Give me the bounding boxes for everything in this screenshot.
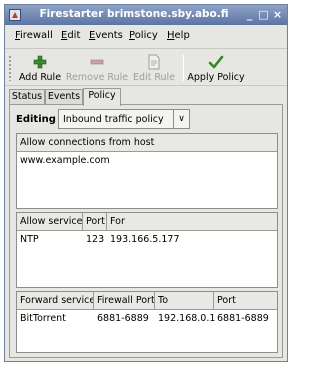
menu-events-label: vents — [95, 30, 123, 41]
tab-events[interactable]: Events — [45, 89, 83, 105]
table-row[interactable]: www.example.com — [17, 155, 277, 169]
for-cell: 193.166.5.177 — [110, 234, 180, 245]
checkmark-icon — [208, 55, 224, 69]
remove-icon — [90, 59, 104, 65]
edit-rule-label: Edit Rule — [132, 72, 176, 83]
edit-rule-button[interactable]: Edit Rule — [131, 51, 177, 85]
allow-hosts-header: Allow connections from host — [17, 134, 277, 152]
firewall-port-cell: 6881-6889 — [97, 313, 149, 324]
to-cell: 192.168.0.1 — [158, 313, 216, 324]
forward-services-list[interactable]: Forward service Firewall Port To Port Bi… — [16, 291, 278, 353]
menu-bar: Firewall Edit Events Policy Help — [5, 26, 287, 46]
column-header-to[interactable]: To — [155, 292, 214, 309]
add-rule-label: Add Rule — [18, 72, 62, 83]
minimize-button[interactable]: _ — [243, 8, 256, 21]
column-header-forward-service[interactable]: Forward service — [17, 292, 94, 309]
allow-hosts-list[interactable]: Allow connections from host www.example.… — [16, 133, 278, 209]
menu-firewall-label: irewall — [20, 30, 53, 41]
tab-status[interactable]: Status — [9, 89, 45, 105]
column-header-for[interactable]: For — [107, 213, 278, 230]
policy-panel: Editing Inbound traffic policy ∨ Allow c… — [9, 104, 283, 358]
column-header-allow-host[interactable]: Allow connections from host — [17, 134, 278, 151]
menu-events[interactable]: Events — [89, 30, 123, 41]
close-button[interactable]: × — [271, 8, 284, 21]
toolbar-separator — [183, 55, 184, 81]
menu-policy-label: olicy — [134, 30, 158, 41]
service-cell: NTP — [20, 234, 39, 245]
remove-rule-button[interactable]: Remove Rule — [65, 51, 129, 85]
allow-services-list[interactable]: Allow service Port For NTP 123 193.166.5… — [16, 212, 278, 288]
menu-edit-label: dit — [67, 30, 81, 41]
toolbar-grip-handle[interactable] — [8, 55, 12, 81]
app-menu-icon[interactable] — [9, 9, 21, 21]
title-bar[interactable]: Firestarter brimstone.sby.abo.fi _ □ × — [5, 5, 287, 25]
remove-rule-label: Remove Rule — [65, 72, 129, 83]
edit-document-icon — [148, 54, 160, 70]
chevron-down-icon[interactable]: ∨ — [173, 110, 189, 128]
column-header-port[interactable]: Port — [83, 213, 107, 230]
policy-select[interactable]: Inbound traffic policy ∨ — [58, 109, 190, 129]
add-rule-button[interactable]: Add Rule — [17, 51, 63, 85]
maximize-button[interactable]: □ — [257, 8, 270, 21]
firestarter-window: Firestarter brimstone.sby.abo.fi _ □ × F… — [4, 4, 288, 362]
menu-help-mnemonic: H — [167, 30, 175, 41]
apply-policy-button[interactable]: Apply Policy — [187, 51, 245, 85]
forward-service-cell: BitTorrent — [20, 313, 66, 324]
forward-services-header: Forward service Firewall Port To Port — [17, 292, 277, 310]
menu-help-label: elp — [174, 30, 190, 41]
host-cell: www.example.com — [20, 155, 110, 166]
menu-help[interactable]: Help — [167, 30, 190, 41]
column-header-forward-port[interactable]: Port — [214, 292, 278, 309]
policy-select-value: Inbound traffic policy — [63, 114, 164, 125]
menu-edit[interactable]: Edit — [61, 30, 80, 41]
port-cell: 123 — [86, 234, 105, 245]
add-icon — [33, 55, 47, 69]
menu-policy[interactable]: Policy — [129, 30, 158, 41]
allow-services-header: Allow service Port For — [17, 213, 277, 231]
column-header-allow-service[interactable]: Allow service — [17, 213, 83, 230]
table-row[interactable]: BitTorrent 6881-6889 192.168.0.1 6881-68… — [17, 313, 277, 327]
forward-port-cell: 6881-6889 — [217, 313, 269, 324]
window-title: Firestarter brimstone.sby.abo.fi — [39, 8, 229, 20]
tab-policy[interactable]: Policy — [83, 88, 121, 106]
menu-firewall[interactable]: Firewall — [15, 30, 53, 41]
toolbar: Add Rule Remove Rule Edit Rule Apply Pol… — [5, 48, 287, 86]
column-header-firewall-port[interactable]: Firewall Port — [94, 292, 155, 309]
editing-label: Editing — [16, 114, 56, 125]
apply-policy-label: Apply Policy — [187, 72, 245, 83]
table-row[interactable]: NTP 123 193.166.5.177 — [17, 234, 277, 248]
